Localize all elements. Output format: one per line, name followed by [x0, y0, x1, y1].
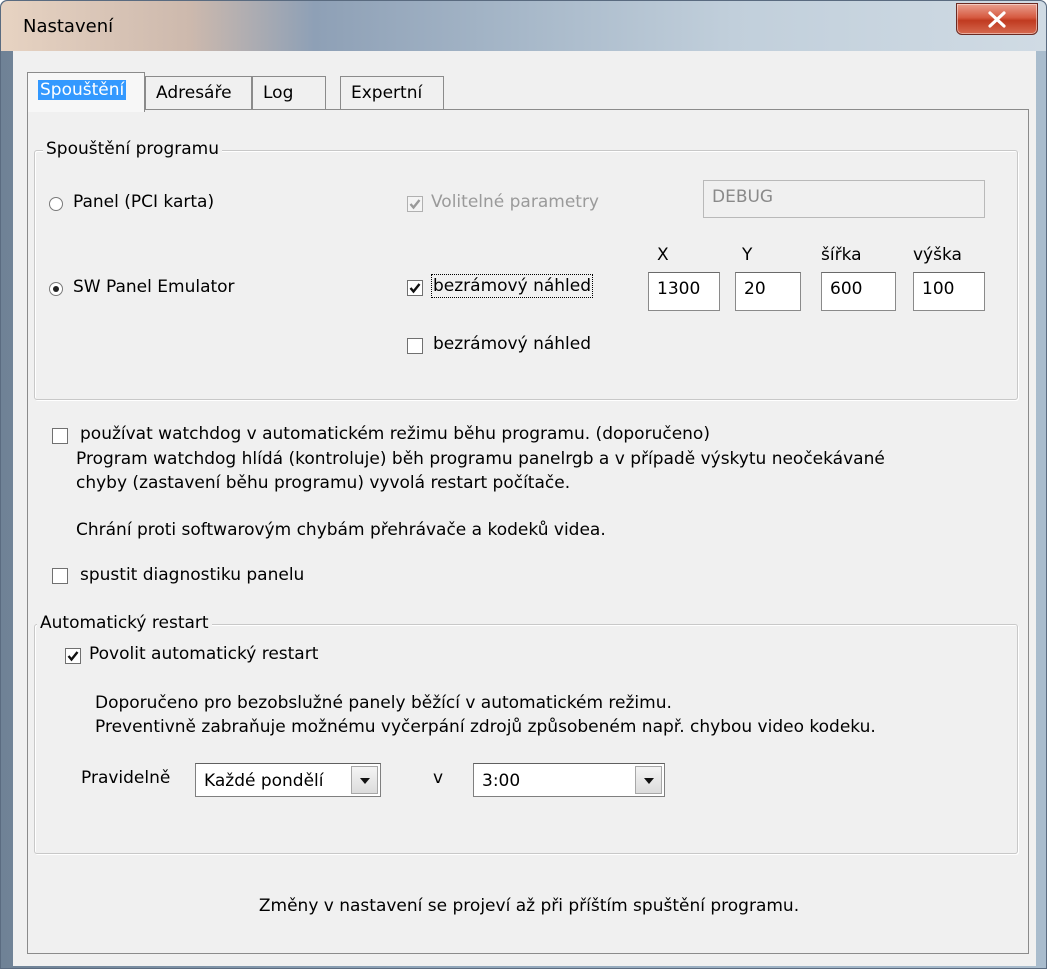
- launch-group-legend: Spouštění programu: [43, 139, 222, 159]
- title-bar[interactable]: Nastavení: [1, 1, 1046, 51]
- diagnostics-checkbox[interactable]: [52, 568, 68, 584]
- window-title: Nastavení: [23, 16, 114, 37]
- watchdog-desc-1: Program watchdog hlídá (kontroluje) běh …: [76, 449, 885, 469]
- tab-spousteni[interactable]: Spouštění: [27, 72, 145, 112]
- auto-restart-label: Povolit automatický restart: [89, 644, 319, 664]
- tab-label: Adresáře: [156, 83, 232, 103]
- day-select[interactable]: Každé pondělí: [195, 763, 381, 797]
- tab-label: Log: [263, 83, 294, 103]
- time-select[interactable]: 3:00: [473, 763, 665, 797]
- settings-window: Nastavení Spouštění Adresáře Log Expertn…: [0, 0, 1047, 969]
- height-input[interactable]: 100: [913, 272, 985, 311]
- checkmark-icon: [67, 651, 79, 662]
- width-input[interactable]: 600: [821, 272, 896, 311]
- watchdog-desc-2: chyby (zastavení běhu programu) vyvolá r…: [76, 473, 571, 493]
- borderless-preview-checkbox[interactable]: [407, 280, 423, 296]
- launch-group: Spouštění programu Panel (PCI karta) SW …: [34, 139, 1018, 400]
- radio-sw-emulator-label: SW Panel Emulator: [73, 277, 235, 297]
- optional-params-label: Volitelné parametry: [431, 192, 599, 212]
- day-select-value: Každé pondělí: [204, 771, 324, 791]
- auto-restart-checkbox[interactable]: [65, 648, 81, 664]
- watchdog-label: používat watchdog v automatickém režimu …: [80, 424, 710, 444]
- tab-label: Expertní: [351, 83, 423, 103]
- y-label: Y: [742, 245, 753, 265]
- tab-adresare[interactable]: Adresáře: [145, 76, 252, 110]
- y-input[interactable]: 20: [735, 272, 801, 311]
- tab-panel-spousteni: Spouštění programu Panel (PCI karta) SW …: [27, 109, 1029, 954]
- watchdog-desc-3: Chrání proti softwarovým chybám přehráva…: [76, 520, 606, 540]
- width-label: šířka: [821, 245, 862, 265]
- close-button[interactable]: [956, 3, 1038, 35]
- footer-note: Změny v nastavení se projeví až při příš…: [258, 896, 800, 916]
- time-select-dropdown-button[interactable]: [635, 766, 662, 794]
- at-label: v: [433, 768, 444, 788]
- checkmark-icon: [409, 199, 421, 210]
- tab-expertni[interactable]: Expertní: [340, 76, 444, 110]
- radio-sw-emulator[interactable]: [49, 282, 63, 296]
- diagnostics-label: spustit diagnostiku panelu: [80, 565, 305, 585]
- radio-panel-pci-label: Panel (PCI karta): [73, 192, 215, 212]
- restart-note-2: Preventivně zabraňuje možnému vyčerpání …: [95, 717, 876, 737]
- restart-note-1: Doporučeno pro bezobslužné panely běžící…: [95, 693, 672, 713]
- params-input[interactable]: DEBUG: [703, 180, 985, 218]
- watchdog-checkbox[interactable]: [52, 428, 68, 444]
- close-icon: [988, 11, 1006, 28]
- tab-label: Spouštění: [38, 80, 127, 100]
- restart-group: Automatický restart Povolit automatický …: [34, 613, 1018, 854]
- optional-params-checkbox[interactable]: [407, 196, 423, 212]
- tab-log[interactable]: Log: [252, 76, 326, 110]
- radio-panel-pci[interactable]: [49, 197, 63, 211]
- height-label: výška: [913, 245, 962, 265]
- chevron-down-icon: [644, 778, 654, 784]
- borderless-preview-2-label: bezrámový náhled: [433, 334, 592, 354]
- restart-group-legend: Automatický restart: [37, 613, 212, 633]
- x-input[interactable]: 1300: [648, 272, 720, 311]
- chevron-down-icon: [360, 778, 370, 784]
- borderless-preview-label: bezrámový náhled: [430, 274, 594, 298]
- time-select-value: 3:00: [482, 771, 521, 791]
- borderless-preview-2-checkbox[interactable]: [407, 338, 423, 354]
- day-select-dropdown-button[interactable]: [351, 766, 378, 794]
- schedule-label: Pravidelně: [81, 768, 171, 788]
- dialog-client: Spouštění Adresáře Log Expertní Spouštěn…: [13, 51, 1036, 966]
- checkmark-icon: [409, 283, 421, 294]
- x-label: X: [657, 245, 669, 265]
